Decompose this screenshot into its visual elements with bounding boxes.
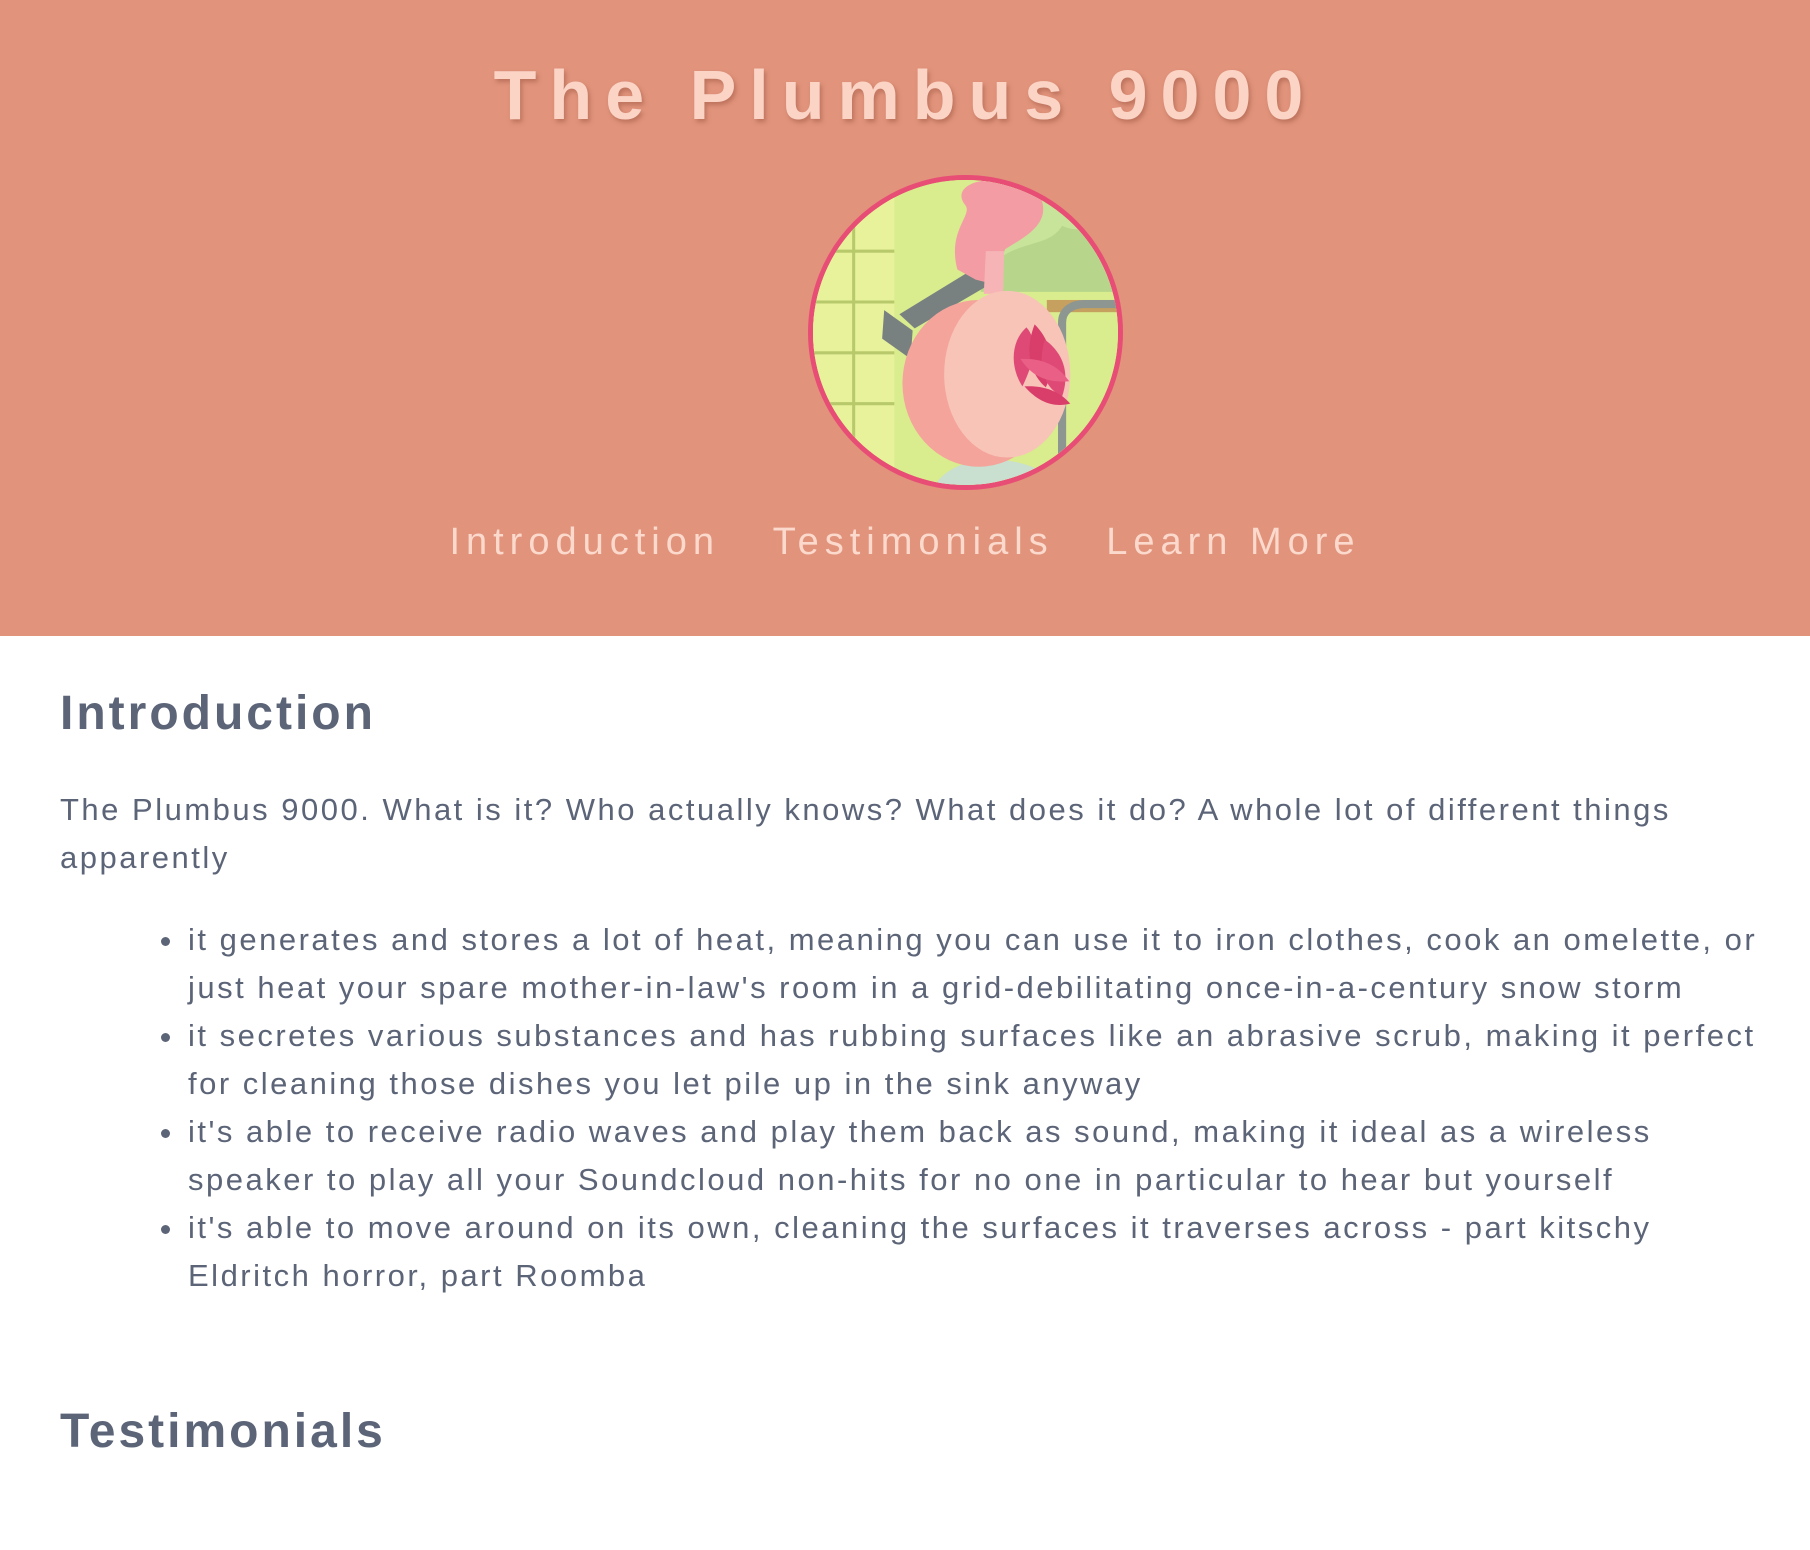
introduction-paragraph: The Plumbus 9000. What is it? Who actual… [60,792,1671,875]
feature-list-item: it's able to receive radio waves and pla… [186,1108,1780,1204]
main-content: Introduction The Plumbus 9000. What is i… [60,636,1780,1460]
introduction-heading: Introduction [60,687,376,740]
site-header: The Plumbus 9000 Introduction Testimonia… [0,0,1810,636]
nav-link-learn-more[interactable]: Learn More [1106,520,1360,564]
feature-list-item: it's able to move around on its own, cle… [186,1204,1780,1300]
plumbus-illustration [813,180,1118,485]
nav-link-testimonials[interactable]: Testimonials [773,520,1054,564]
feature-list: it generates and stores a lot of heat, m… [60,916,1780,1300]
site-title: The Plumbus 9000 [493,56,1317,134]
testimonials-heading: Testimonials [60,1405,386,1458]
main-nav: Introduction Testimonials Learn More [0,520,1810,564]
nav-link-introduction[interactable]: Introduction [449,520,720,564]
feature-list-item: it secretes various substances and has r… [186,1012,1780,1108]
plumbus-image [808,175,1123,490]
feature-list-item: it generates and stores a lot of heat, m… [186,916,1780,1012]
